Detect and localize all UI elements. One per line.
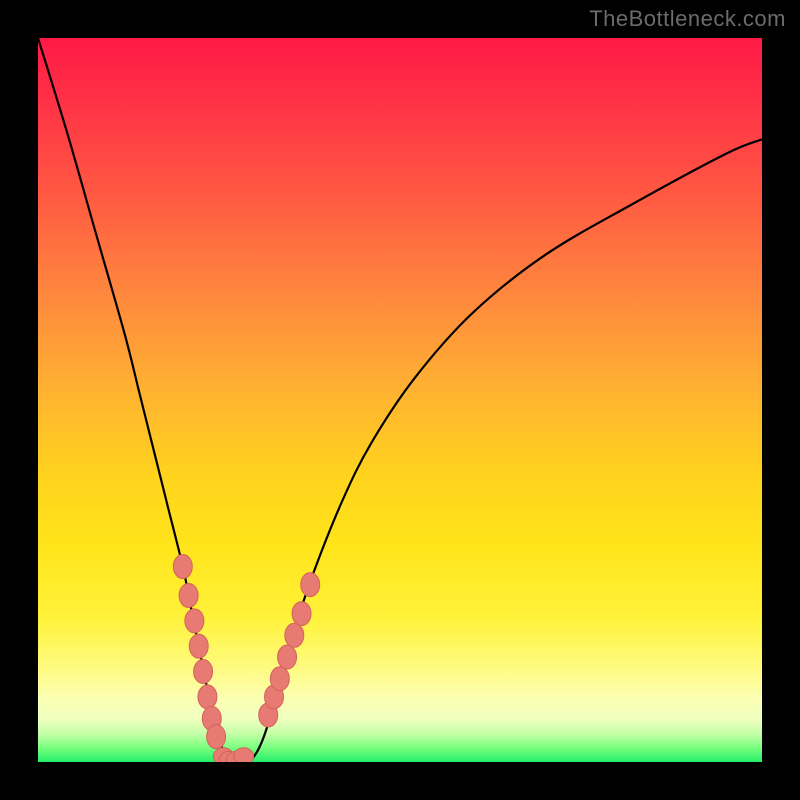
data-marker bbox=[173, 555, 192, 579]
data-marker bbox=[234, 748, 254, 762]
bottleneck-curve bbox=[38, 38, 762, 762]
marker-cluster-right bbox=[259, 573, 320, 727]
data-marker bbox=[278, 645, 297, 669]
watermark-text: TheBottleneck.com bbox=[589, 6, 786, 32]
data-marker bbox=[270, 667, 289, 691]
data-marker bbox=[292, 602, 311, 626]
data-marker bbox=[285, 623, 304, 647]
data-marker bbox=[207, 725, 226, 749]
data-marker bbox=[185, 609, 204, 633]
data-marker bbox=[198, 685, 217, 709]
marker-cluster-valley bbox=[213, 748, 253, 762]
plot-area bbox=[38, 38, 762, 762]
chart-svg bbox=[38, 38, 762, 762]
data-marker bbox=[194, 660, 213, 684]
data-marker bbox=[301, 573, 320, 597]
data-marker bbox=[179, 583, 198, 607]
marker-cluster-left bbox=[173, 555, 225, 749]
chart-frame: TheBottleneck.com bbox=[0, 0, 800, 800]
data-marker bbox=[189, 634, 208, 658]
